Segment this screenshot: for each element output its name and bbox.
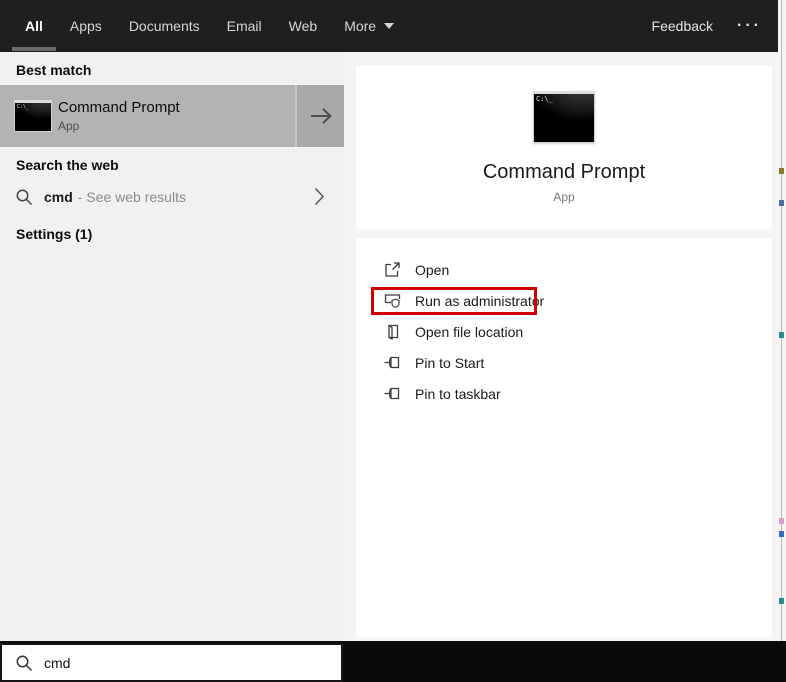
best-match-subtitle: App <box>58 119 80 133</box>
action-label: Pin to taskbar <box>415 385 501 402</box>
action-label: Open file location <box>415 323 524 340</box>
settings-header: Settings (1) <box>16 226 93 242</box>
taskbar-search-input[interactable] <box>44 654 304 671</box>
background-icon-fragment <box>779 200 784 206</box>
action-open-file-location[interactable]: Open file location <box>356 316 772 347</box>
tab-all-label: All <box>25 18 43 34</box>
tab-apps-label: Apps <box>69 18 102 34</box>
background-icon-fragment <box>779 598 784 604</box>
cmd-prompt-text: C:\_ <box>17 104 30 110</box>
cmd-prompt-text: C:\_ <box>536 95 553 103</box>
tab-documents[interactable]: Documents <box>129 0 200 52</box>
best-match-text: Command Prompt App <box>58 99 180 133</box>
tab-web-label: Web <box>288 18 318 34</box>
search-web-header: Search the web <box>16 157 119 173</box>
expand-preview-button[interactable] <box>295 85 344 147</box>
search-icon <box>16 655 33 671</box>
web-query-text: cmd <box>44 188 73 205</box>
command-prompt-icon-large: C:\_ <box>533 91 595 143</box>
web-suffix-text: - See web results <box>77 188 186 205</box>
background-icon-fragment <box>779 168 784 174</box>
results-panel: Best match C:\_ Command Prompt App Searc… <box>0 52 344 641</box>
best-match-title: Command Prompt <box>58 99 180 116</box>
action-label: Open <box>415 261 450 278</box>
tab-web[interactable]: Web <box>289 0 318 52</box>
search-filter-bar: All Apps Documents Email Web More Feedba… <box>0 0 778 52</box>
overflow-menu-icon[interactable]: ··· <box>737 18 762 34</box>
preview-pane: C:\_ Command Prompt App Open Run as admi… <box>344 52 778 641</box>
tab-email-label: Email <box>226 18 262 34</box>
tab-more-label: More <box>344 18 377 34</box>
action-open[interactable]: Open <box>356 254 772 285</box>
pin-icon <box>384 385 401 402</box>
background-window-sliver-right <box>778 0 786 682</box>
action-pin-to-taskbar[interactable]: Pin to taskbar <box>356 378 772 409</box>
search-icon <box>16 189 33 205</box>
command-prompt-icon: C:\_ <box>14 100 52 132</box>
filter-tabs: All Apps Documents Email Web More <box>0 0 395 52</box>
open-file-location-icon <box>384 323 401 340</box>
tab-apps[interactable]: Apps <box>70 0 102 52</box>
tab-more[interactable]: More <box>344 0 395 52</box>
background-icon-fragment <box>779 332 784 338</box>
windows-search-flyout: All Apps Documents Email Web More Feedba… <box>0 0 786 682</box>
taskbar-search-box[interactable] <box>0 643 343 682</box>
preview-header-card: C:\_ Command Prompt App <box>356 66 772 229</box>
background-icon-fragment <box>779 518 784 524</box>
tab-documents-label: Documents <box>128 18 200 34</box>
best-match-header: Best match <box>16 62 92 78</box>
arrow-right-icon <box>310 108 332 124</box>
background-window-edge <box>781 0 782 682</box>
action-label: Pin to Start <box>415 354 485 371</box>
action-run-as-administrator[interactable]: Run as administrator <box>356 285 772 316</box>
preview-actions-card: Open Run as administrator Open file loca… <box>356 238 772 637</box>
action-label: Run as administrator <box>415 292 545 309</box>
open-icon <box>384 261 401 278</box>
caret-down-icon <box>384 23 395 29</box>
web-search-result[interactable]: cmd - See web results <box>0 181 344 212</box>
tab-all[interactable]: All <box>25 0 43 52</box>
pin-icon <box>384 354 401 371</box>
topbar-right-group: Feedback ··· <box>652 18 778 35</box>
action-pin-to-start[interactable]: Pin to Start <box>356 347 772 378</box>
tab-email[interactable]: Email <box>227 0 262 52</box>
background-icon-fragment <box>779 531 784 537</box>
run-as-administrator-icon <box>384 292 401 309</box>
preview-title: Command Prompt <box>482 161 646 183</box>
feedback-button[interactable]: Feedback <box>652 18 713 34</box>
preview-subtitle: App <box>553 190 575 204</box>
best-match-result[interactable]: C:\_ Command Prompt App <box>0 85 344 147</box>
chevron-right-icon <box>314 187 325 206</box>
